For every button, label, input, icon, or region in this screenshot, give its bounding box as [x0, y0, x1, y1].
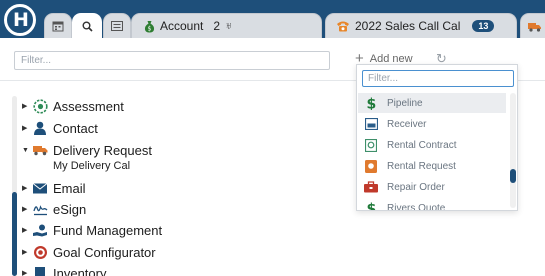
dropdown-item-rental-request[interactable]: Rental Request [358, 156, 506, 176]
dropdown-item-rivers-quote[interactable]: $ Rivers Quote [358, 198, 506, 211]
dollar-icon: $ [364, 96, 378, 111]
tab-title: Account [160, 19, 204, 33]
dropdown-scrollbar-thumb[interactable] [510, 169, 516, 183]
count-badge: 13 [472, 20, 495, 32]
module-label: Inventory [53, 265, 107, 276]
calendar-icon [52, 20, 64, 32]
dropdown-item-receiver[interactable]: Receiver [358, 114, 506, 134]
hand-money-icon [32, 222, 48, 238]
dropdown-item-rental-contract[interactable]: Rental Contract [358, 135, 506, 155]
tab-calendar[interactable] [44, 13, 72, 38]
truck-icon [528, 21, 542, 32]
expand-caret-icon[interactable]: ▶ [22, 226, 32, 234]
svg-text:$: $ [148, 25, 152, 32]
filter-input[interactable] [14, 51, 330, 70]
expand-caret-icon[interactable]: ▶ [22, 124, 32, 132]
tab-sales-call-cal[interactable]: 2022 Sales Call Cal 13 [325, 13, 517, 38]
module-label: Assessment [53, 98, 124, 114]
expand-caret-icon[interactable]: ▶ [22, 269, 32, 276]
module-delivery-request[interactable]: ▼ Delivery Request [22, 141, 152, 159]
sub-item-my-delivery-cal[interactable]: My Delivery Cal [53, 160, 130, 172]
dropdown-item-label: Receiver [387, 118, 427, 130]
module-goal-configurator[interactable]: ▶ Goal Configurator [22, 243, 156, 261]
module-inventory[interactable]: ▶ Inventory [22, 264, 106, 276]
money-bag-icon: $ [144, 20, 155, 33]
expand-caret-icon[interactable]: ▶ [22, 184, 32, 192]
assessment-icon [32, 98, 48, 114]
target-icon [32, 244, 48, 260]
truck-icon [32, 142, 48, 158]
dropdown-item-pipeline[interactable]: $ Pipeline [358, 93, 506, 113]
list-scrollbar-thumb[interactable] [12, 192, 17, 276]
contract-icon [364, 138, 378, 152]
dropdown-item-label: Repair Order [387, 181, 445, 193]
inventory-icon [32, 265, 48, 276]
plus-icon: + [355, 50, 364, 67]
module-label: eSign [53, 201, 87, 217]
tab-search[interactable] [72, 13, 102, 38]
list-icon [111, 21, 123, 31]
expand-caret-icon[interactable]: ▶ [22, 248, 32, 256]
expand-caret-icon[interactable]: ▶ [22, 205, 32, 213]
toolbox-icon [364, 180, 378, 194]
module-fund-management[interactable]: ▶ Fund Management [22, 221, 162, 239]
dollar-icon: $ [364, 201, 378, 211]
module-label: Delivery Request [53, 142, 152, 158]
dropdown-item-label: Rental Contract [387, 139, 457, 151]
tab-overflow[interactable] [520, 13, 545, 38]
search-icon [82, 21, 93, 32]
module-esign[interactable]: ▶ eSign [22, 200, 86, 218]
signature-icon [32, 201, 48, 217]
tab-account[interactable]: $ Account 2 ♅ [131, 13, 322, 38]
module-label: Contact [53, 120, 98, 136]
collapse-caret-icon[interactable]: ▼ [22, 147, 32, 154]
app-logo[interactable]: H [4, 4, 36, 36]
rental-request-icon [364, 159, 378, 173]
receiver-icon [364, 117, 378, 131]
module-assessment[interactable]: ▶ Assessment [22, 97, 124, 115]
module-email[interactable]: ▶ Email [22, 179, 86, 197]
svg-text:$: $ [367, 97, 377, 111]
dropdown-item-repair-order[interactable]: Repair Order [358, 177, 506, 197]
pin-icon[interactable]: ♅ [225, 21, 233, 32]
dropdown-item-label: Rivers Quote [387, 202, 446, 211]
envelope-icon [32, 180, 48, 196]
tab-count: 2 [213, 19, 221, 33]
module-label: Email [53, 180, 86, 196]
tab-list[interactable] [103, 13, 131, 38]
dropdown-item-label: Pipeline [387, 97, 423, 109]
dropdown-scrollbar[interactable] [510, 93, 516, 208]
top-bar: H $ Account 2 ♅ 2022 Sales Call Cal 13 [0, 0, 545, 38]
logo-letter-icon: H [13, 9, 29, 31]
person-icon [32, 120, 48, 136]
dropdown-filter-input[interactable] [362, 70, 514, 87]
expand-caret-icon[interactable]: ▶ [22, 102, 32, 110]
dropdown-item-label: Rental Request [387, 160, 456, 172]
module-label: Goal Configurator [53, 244, 156, 260]
module-contact[interactable]: ▶ Contact [22, 119, 98, 137]
add-new-dropdown: $ Pipeline Receiver Rental Contract Rent… [356, 64, 518, 211]
tab-title: 2022 Sales Call Cal [355, 19, 461, 33]
phone-icon [336, 20, 350, 32]
module-label: Fund Management [53, 222, 163, 238]
svg-text:$: $ [367, 202, 377, 212]
